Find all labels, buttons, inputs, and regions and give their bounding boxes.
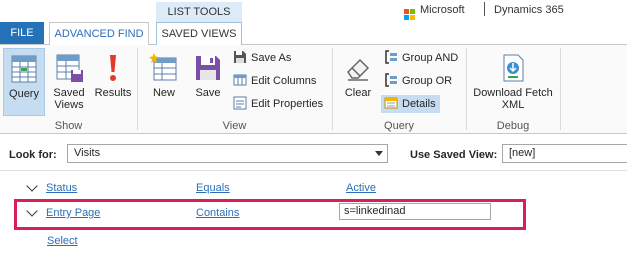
edit-properties-icon [233, 96, 247, 110]
saved-views-icon [53, 52, 85, 84]
saved-views-button[interactable]: Saved Views [49, 48, 89, 116]
new-button[interactable]: New [144, 48, 184, 116]
save-as-button[interactable]: Save As [233, 49, 291, 67]
tab-saved-views[interactable]: SAVED VIEWS [156, 22, 242, 45]
criteria-field-link[interactable]: Entry Page [46, 207, 100, 219]
group-or-label: Group OR [402, 75, 453, 87]
download-fetch-xml-button[interactable]: Download Fetch XML [470, 48, 556, 116]
dropdown-arrow-icon [375, 151, 383, 156]
query-label: Query [9, 88, 39, 100]
exclamation-icon [97, 52, 129, 84]
saved-view-value: [new] [509, 147, 536, 159]
details-icon [384, 96, 398, 110]
save-as-icon [233, 50, 247, 64]
group-divider [560, 48, 561, 130]
query-group-label: Query [384, 120, 414, 132]
criteria-value-input[interactable]: s=linkedinad [339, 203, 491, 220]
download-label-line2: XML [501, 99, 525, 111]
group-or-button[interactable]: Group OR [384, 72, 452, 90]
criteria-operator-link[interactable]: Contains [196, 207, 239, 219]
use-saved-view-label: Use Saved View: [410, 149, 498, 161]
group-and-button[interactable]: Group AND [384, 49, 458, 67]
details-button[interactable]: Details [381, 95, 440, 113]
edit-columns-icon [233, 73, 247, 87]
new-view-icon [148, 52, 180, 84]
floppy-disk-icon [192, 52, 224, 84]
group-or-icon [384, 73, 398, 87]
microsoft-brand: Microsoft [404, 4, 465, 20]
view-group-label: View [222, 120, 247, 132]
debug-group-label: Debug [496, 120, 530, 132]
query-grid-icon [8, 53, 40, 85]
edit-columns-label: Edit Columns [251, 75, 317, 87]
details-label: Details [402, 98, 436, 110]
product-name: Dynamics 365 [494, 4, 564, 16]
results-label: Results [94, 87, 132, 99]
look-for-select[interactable]: Visits [67, 144, 388, 163]
collapse-chevron-icon[interactable] [26, 180, 38, 192]
group-divider [332, 48, 333, 130]
tab-advanced-find[interactable]: ADVANCED FIND [49, 22, 149, 45]
group-and-label: Group AND [402, 52, 459, 64]
tab-file[interactable]: FILE [0, 22, 44, 44]
group-divider [466, 48, 467, 130]
save-button[interactable]: Save [188, 48, 228, 116]
select-field-link[interactable]: Select [47, 235, 78, 247]
download-xml-icon [497, 52, 529, 84]
save-label: Save [195, 87, 221, 99]
criteria-field-link[interactable]: Status [46, 182, 77, 194]
download-label-line1: Download Fetch [473, 87, 553, 99]
clear-button[interactable]: Clear [338, 48, 378, 116]
clear-label: Clear [344, 87, 372, 99]
results-button[interactable]: Results [93, 48, 133, 116]
look-for-value: Visits [74, 147, 101, 159]
group-and-icon [384, 50, 398, 64]
edit-properties-button[interactable]: Edit Properties [233, 95, 323, 113]
criteria-value-link[interactable]: Active [346, 182, 376, 194]
saved-view-select[interactable]: [new] [502, 144, 627, 163]
saved-views-label-line1: Saved [53, 87, 85, 99]
divider [0, 170, 627, 171]
microsoft-label: Microsoft [420, 4, 465, 16]
look-for-label: Look for: [9, 149, 57, 161]
save-as-label: Save As [251, 52, 292, 64]
eraser-icon [342, 52, 374, 84]
brand-divider [484, 2, 485, 16]
criteria-operator-link[interactable]: Equals [196, 182, 230, 194]
edit-columns-button[interactable]: Edit Columns [233, 72, 316, 90]
query-button[interactable]: Query [3, 48, 45, 116]
edit-properties-label: Edit Properties [251, 98, 324, 110]
new-label: New [152, 87, 175, 99]
group-divider [137, 48, 138, 130]
list-tools-header: LIST TOOLS [156, 2, 242, 22]
saved-views-label-line2: Views [54, 99, 84, 111]
microsoft-logo-icon [404, 9, 415, 20]
show-group-label: Show [54, 120, 83, 132]
